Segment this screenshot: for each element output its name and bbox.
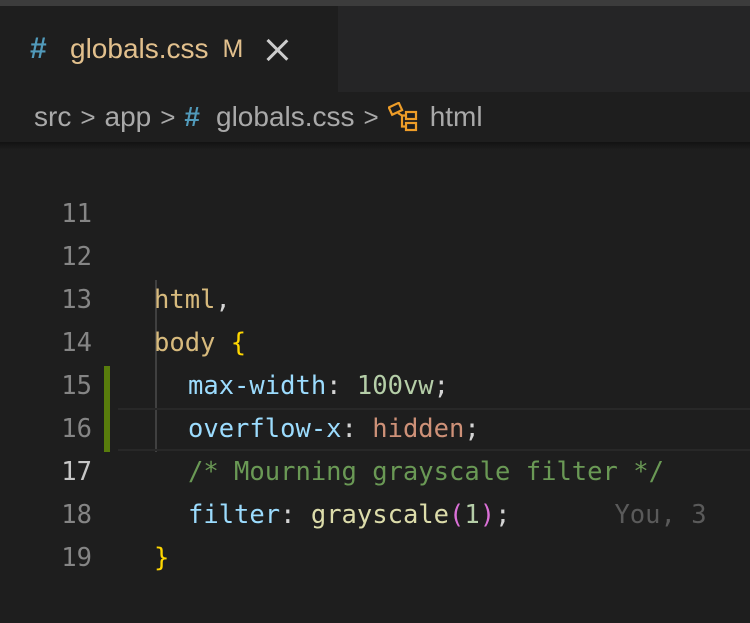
code-line[interactable]: 18 } <box>0 451 750 573</box>
chevron-right-icon: > <box>363 101 379 132</box>
css-file-icon: # <box>30 32 47 65</box>
breadcrumb: src > app > # globals.css > html <box>0 92 750 142</box>
breadcrumb-item-file[interactable]: globals.css <box>216 101 355 133</box>
code-line[interactable]: 19 <box>0 494 750 573</box>
code-line[interactable]: 15 overflow-x: hidden; <box>0 322 750 444</box>
tab-globals-css[interactable]: # globals.css M <box>0 6 338 92</box>
code-line[interactable]: 14 max-width: 100vw; <box>0 279 750 401</box>
tab-bar: # globals.css M <box>0 0 750 92</box>
breadcrumb-item-symbol[interactable]: html <box>430 101 483 133</box>
closing-brace: } <box>154 543 170 573</box>
chevron-right-icon: > <box>160 101 176 132</box>
code-line[interactable]: 11 <box>0 150 750 229</box>
code-line[interactable]: 16 /* Mourning grayscale filter */ <box>0 365 750 487</box>
css-file-icon: # <box>184 101 200 132</box>
tab-filename: globals.css <box>70 33 209 64</box>
breadcrumb-item-src[interactable]: src <box>34 101 71 133</box>
chevron-right-icon: > <box>80 101 96 132</box>
code-line[interactable]: 13 body { <box>0 236 750 358</box>
editor-top-shadow <box>0 142 750 150</box>
code-editor[interactable]: 11 12 html, 13 body { 14 max-width: 100v… <box>0 150 750 573</box>
symbol-class-icon <box>387 102 417 132</box>
code-line[interactable]: 17 filter: grayscale(1); You, 3 <box>0 408 750 530</box>
close-icon[interactable] <box>265 37 289 61</box>
line-number: 19 <box>61 543 92 573</box>
code-line[interactable]: 12 html, <box>0 193 750 315</box>
modified-badge: M <box>222 34 244 63</box>
breadcrumb-item-app[interactable]: app <box>105 101 152 133</box>
